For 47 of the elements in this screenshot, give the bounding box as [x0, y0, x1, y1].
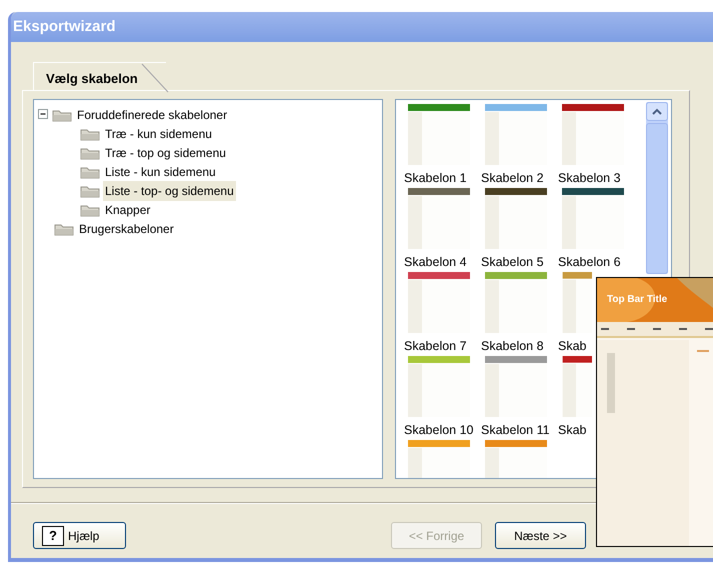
folder-icon: [80, 164, 100, 178]
template-thumbnail[interactable]: [408, 272, 470, 334]
tree-item[interactable]: Træ - top og sidemenu: [103, 142, 228, 162]
folder-icon: [80, 126, 100, 140]
tree-item[interactable]: Foruddefinerede skabeloner: [75, 104, 230, 124]
template-thumbnail[interactable]: [408, 356, 470, 418]
collapse-icon[interactable]: [38, 109, 49, 120]
template-label: Skabelon 8: [481, 338, 544, 356]
template-label: Skabelon 3: [558, 170, 621, 188]
template-thumbnail[interactable]: [408, 188, 470, 250]
template-label: Skabelon 10: [404, 422, 474, 440]
template-label: Skabelon 1: [404, 170, 467, 188]
tree-item[interactable]: Knapper: [103, 200, 152, 220]
template-thumbnail[interactable]: [408, 104, 470, 166]
template-label: Skabelon 2: [481, 170, 544, 188]
window-title: Eksportwizard: [12, 16, 116, 37]
template-thumbnail[interactable]: [562, 188, 624, 250]
template-label: Skabelon 4: [404, 254, 467, 272]
tree-item[interactable]: Liste - top- og sidemenu: [103, 180, 236, 200]
template-label: Skab: [558, 422, 586, 440]
scroll-up-icon[interactable]: [652, 108, 662, 115]
template-thumbnail[interactable]: [562, 356, 592, 418]
folder-icon: [52, 108, 72, 122]
template-label: Skabelon 11: [481, 422, 550, 440]
tree-item[interactable]: Liste - kun sidemenu: [103, 162, 218, 182]
tab[interactable]: Vælg skabelon: [33, 62, 166, 90]
template-label: Skabelon 5: [481, 254, 544, 272]
template-label: Skabelon 7: [404, 338, 467, 356]
preview-title: Top Bar Title: [607, 293, 668, 307]
tree-item[interactable]: Træ - kun sidemenu: [103, 124, 214, 144]
template-thumbnail[interactable]: [562, 272, 592, 334]
help-button[interactable]: ? Hjælp: [33, 522, 126, 549]
folder-icon: [54, 222, 74, 236]
folder-icon: [80, 184, 100, 198]
template-thumbnail[interactable]: [485, 356, 547, 418]
template-label: Skabelon 6: [558, 254, 621, 272]
template-thumbnail[interactable]: [485, 188, 547, 250]
tree-item[interactable]: Brugerskabeloner: [77, 218, 176, 238]
template-label: Skab: [558, 338, 586, 356]
folder-icon: [80, 146, 100, 160]
nav-button[interactable]: Næste >>: [495, 522, 586, 549]
template-thumbnail[interactable]: [562, 104, 624, 166]
help-icon: ?: [42, 526, 64, 546]
tab-edge-line: [140, 63, 170, 93]
template-thumbnail[interactable]: [485, 104, 547, 166]
folder-icon: [80, 202, 100, 216]
template-thumbnail[interactable]: [485, 272, 547, 334]
